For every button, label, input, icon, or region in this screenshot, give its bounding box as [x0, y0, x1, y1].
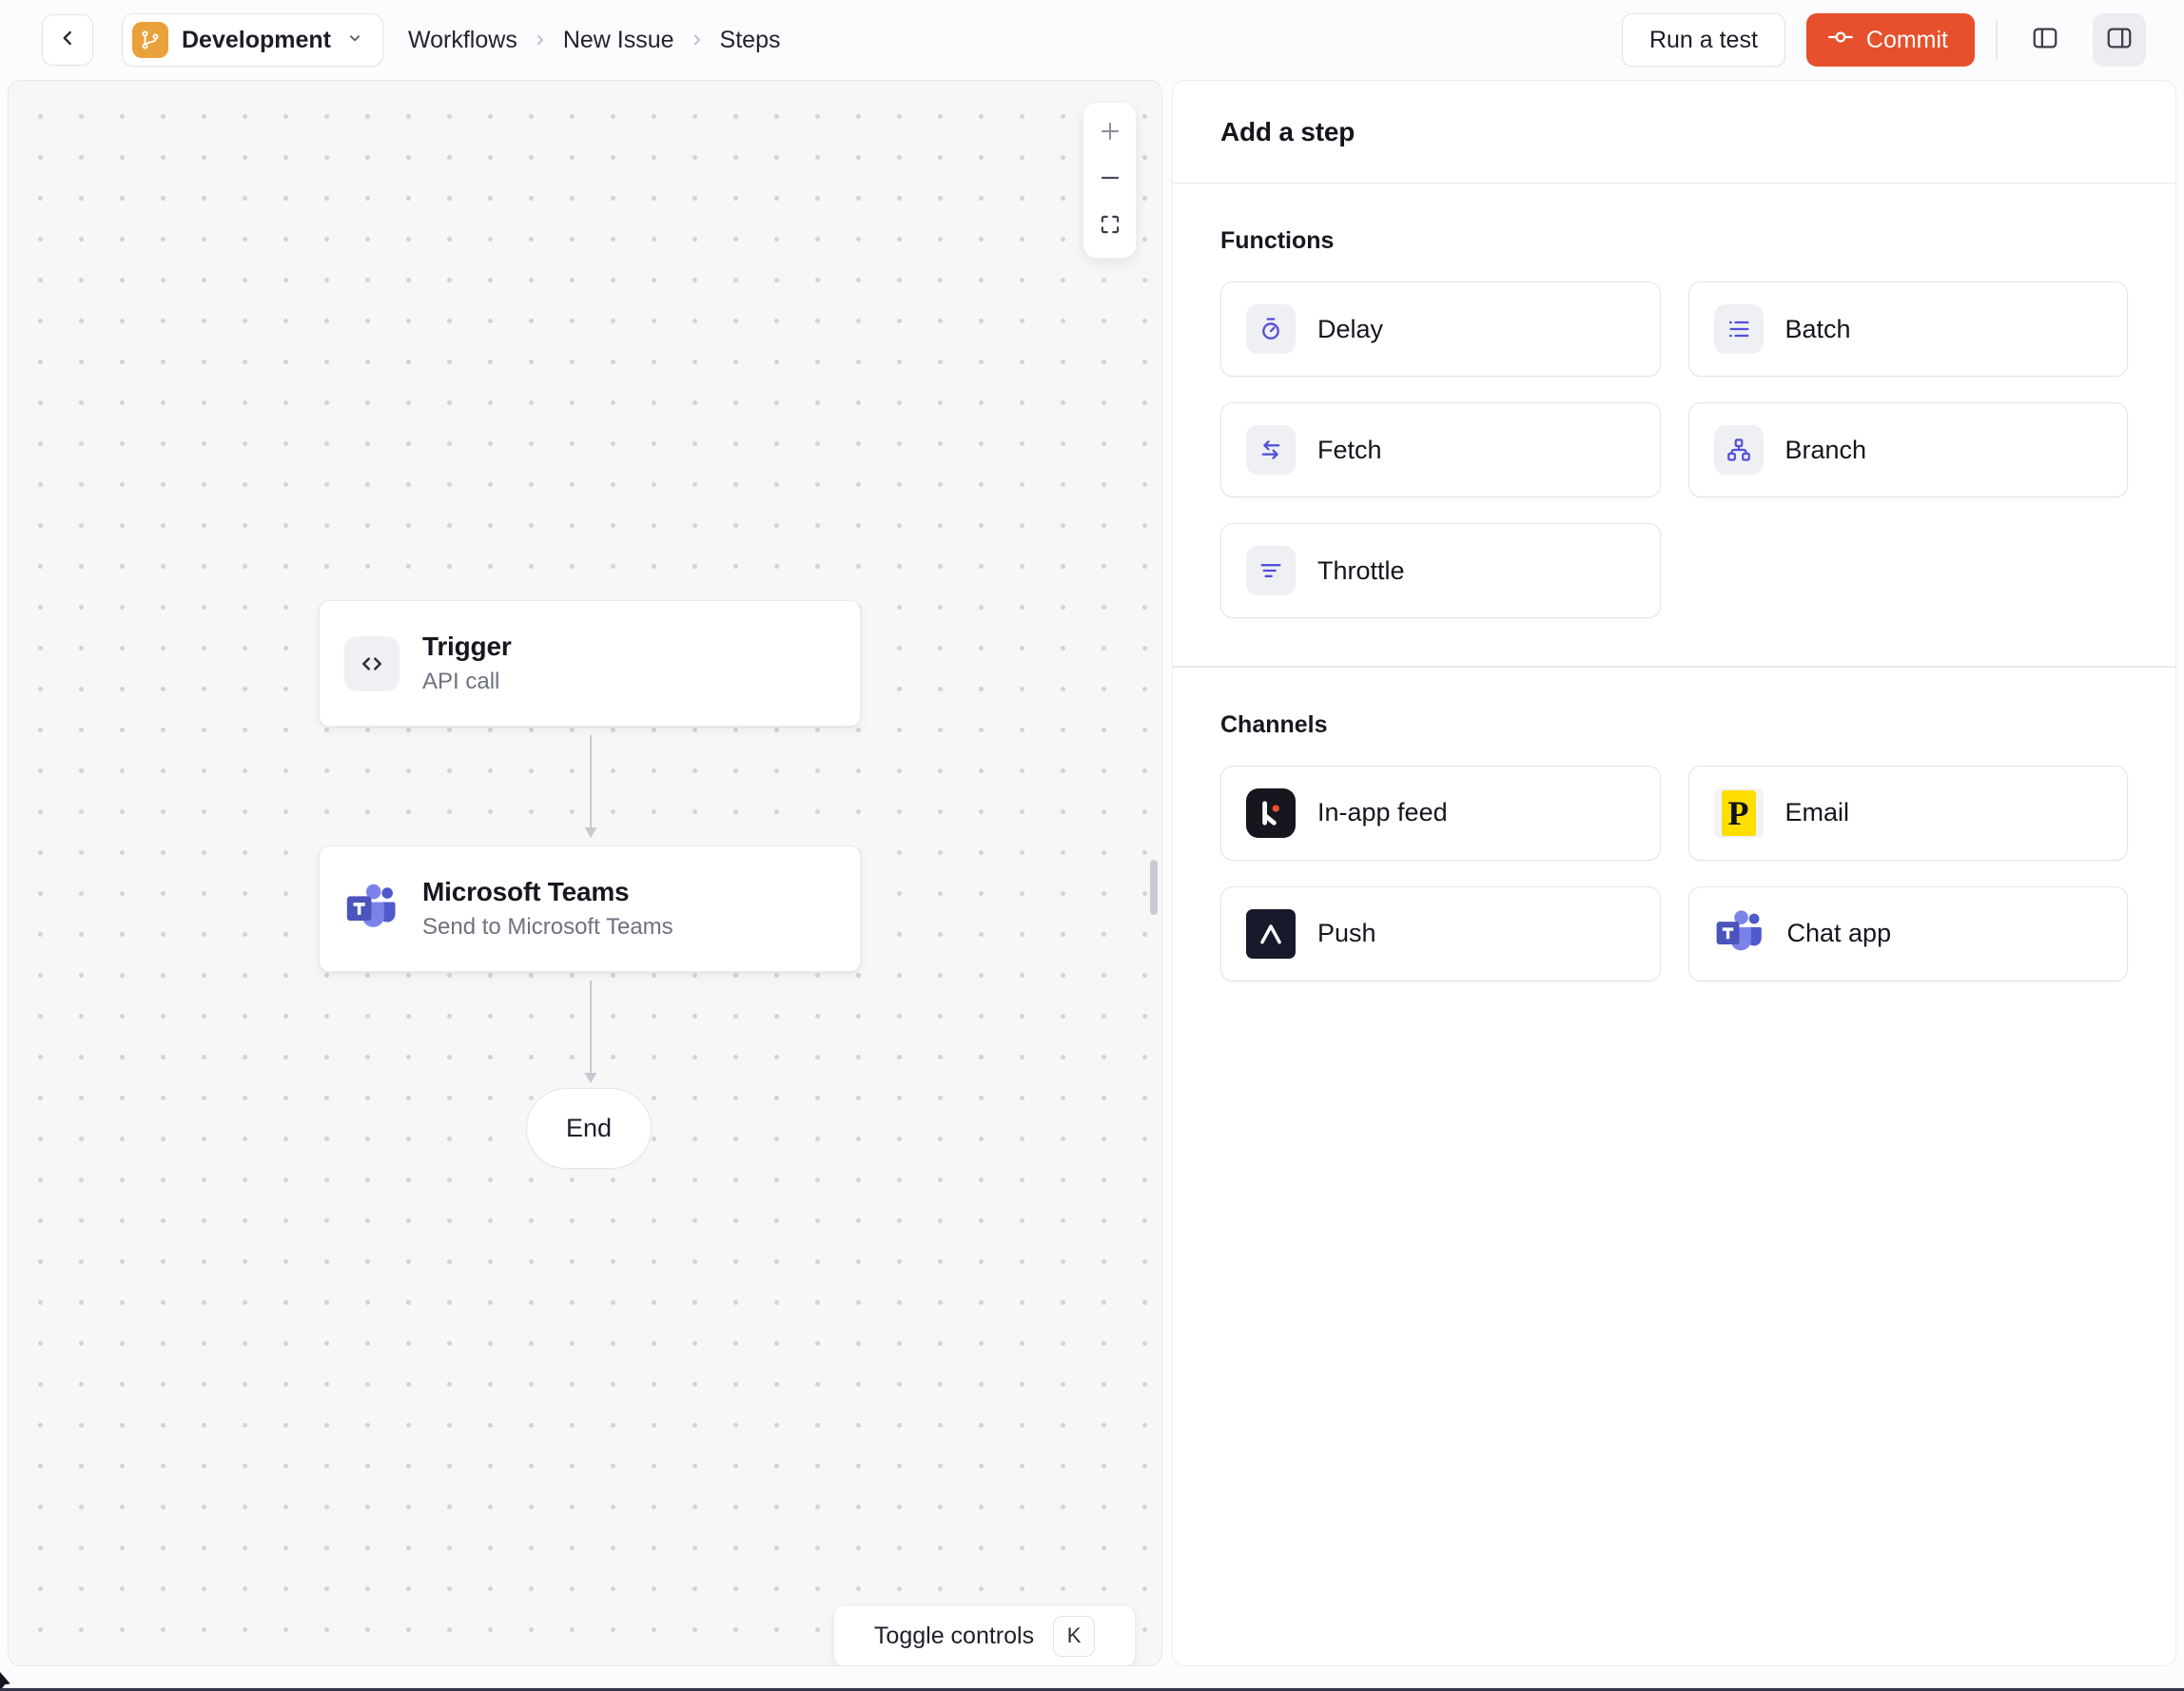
canvas-scrollbar-thumb[interactable]: [1150, 860, 1158, 915]
ms-teams-icon: [1714, 907, 1765, 960]
expo-icon: [1246, 908, 1296, 959]
step-label: Fetch: [1317, 435, 1382, 464]
step-label: Push: [1317, 919, 1376, 947]
step-label: Chat app: [1786, 919, 1892, 947]
stopwatch-icon: [1246, 304, 1296, 354]
run-test-label: Run a test: [1648, 26, 1758, 53]
step-button-in-app-feed[interactable]: In-app feed: [1220, 765, 1661, 861]
chevron-right-icon: [531, 30, 550, 49]
step-button-throttle[interactable]: Throttle: [1220, 523, 1661, 618]
node-subtitle: API call: [422, 669, 500, 694]
add-step-panel: Add a step Functions Delay Batch Fetch B…: [1172, 80, 2176, 1666]
environment-dropdown[interactable]: Development: [122, 13, 383, 67]
panel-right-icon: [2105, 24, 2134, 57]
breadcrumb-item-workflows[interactable]: Workflows: [408, 27, 517, 54]
functions-grid: Delay Batch Fetch Branch Throttle: [1220, 282, 2128, 618]
expand-icon: [1098, 212, 1122, 242]
postmark-letter: P: [1721, 789, 1756, 836]
top-bar: Development Workflows New Issue Steps Ru…: [0, 0, 2184, 80]
step-label: Branch: [1784, 435, 1867, 464]
git-commit-icon: [1827, 24, 1854, 57]
step-button-fetch[interactable]: Fetch: [1220, 402, 1661, 497]
trigger-node-text: Trigger API call: [422, 632, 512, 695]
filter-icon: [1246, 546, 1296, 595]
fit-view-button[interactable]: [1083, 204, 1136, 250]
end-label: End: [565, 1114, 613, 1142]
step-button-delay[interactable]: Delay: [1220, 282, 1661, 377]
panel-header: Add a step: [1173, 81, 2175, 184]
step-button-email[interactable]: P Email: [1687, 765, 2128, 861]
chevron-right-icon: [688, 30, 707, 49]
channels-grid: In-app feed P Email Push Chat app: [1220, 765, 2128, 982]
end-node: End: [526, 1088, 652, 1169]
breadcrumb-item-steps: Steps: [719, 26, 781, 53]
list-icon: [1713, 304, 1764, 354]
step-label: Delay: [1317, 314, 1384, 343]
step-label: Email: [1784, 798, 1850, 826]
zoom-out-button[interactable]: [1083, 157, 1136, 204]
arrows-swap-icon: [1246, 425, 1296, 475]
node-title: Microsoft Teams: [422, 877, 630, 906]
step-label: Batch: [1784, 314, 1851, 343]
keyboard-shortcut-badge: K: [1053, 1615, 1096, 1657]
node-title: Trigger: [422, 632, 512, 661]
environment-label: Development: [182, 26, 331, 53]
step-button-branch[interactable]: Branch: [1687, 402, 2128, 497]
node-subtitle: Send to Microsoft Teams: [422, 914, 673, 940]
panel-body: Functions Delay Batch Fetch Branch Throt…: [1173, 184, 2175, 982]
workflow-builder-app: Development Workflows New Issue Steps Ru…: [0, 0, 2184, 1691]
canvas-zoom-controls: [1082, 102, 1137, 259]
toggle-right-panel-button[interactable]: [2093, 13, 2146, 67]
plus-icon: [1098, 119, 1122, 148]
sitemap-icon: [1713, 425, 1764, 475]
zoom-in-button[interactable]: [1083, 110, 1136, 157]
chevron-down-icon: [344, 28, 365, 53]
breadcrumb: Workflows New Issue Steps: [408, 27, 781, 54]
panel-left-icon: [2031, 24, 2059, 57]
code-icon: [344, 635, 400, 691]
run-test-button[interactable]: Run a test: [1621, 13, 1785, 67]
ms-teams-icon: [344, 881, 400, 937]
breadcrumb-item-new-issue[interactable]: New Issue: [563, 27, 674, 54]
minus-icon: [1098, 165, 1122, 195]
back-button[interactable]: [42, 14, 93, 66]
toggle-controls-label: Toggle controls: [873, 1622, 1035, 1649]
commit-label: Commit: [1865, 26, 1948, 53]
step-button-batch[interactable]: Batch: [1687, 282, 2128, 377]
teams-node-text: Microsoft Teams Send to Microsoft Teams: [422, 877, 673, 941]
divider: [1996, 20, 1998, 60]
step-label: Throttle: [1317, 555, 1405, 585]
top-bar-actions: Run a test Commit: [1621, 13, 2146, 67]
postmark-icon: P: [1713, 787, 1764, 838]
trigger-node[interactable]: Trigger API call: [319, 600, 861, 727]
microsoft-teams-node[interactable]: Microsoft Teams Send to Microsoft Teams: [319, 846, 861, 972]
step-button-push[interactable]: Push: [1220, 885, 1661, 982]
toggle-left-panel-button[interactable]: [2018, 13, 2072, 67]
chevron-left-icon: [55, 26, 80, 55]
workflow-canvas[interactable]: Trigger API call Microsoft Teams Send to…: [8, 80, 1162, 1666]
edge-trigger-to-teams: [584, 735, 597, 838]
toggle-controls-button[interactable]: Toggle controls K: [833, 1604, 1136, 1665]
edge-teams-to-end: [584, 981, 597, 1083]
step-button-chat-app[interactable]: Chat app: [1687, 885, 2128, 982]
functions-section-label: Functions: [1220, 227, 1335, 254]
knock-icon: [1246, 787, 1296, 838]
channels-section-label: Channels: [1220, 710, 1328, 738]
commit-button[interactable]: Commit: [1805, 13, 1975, 67]
step-label: In-app feed: [1317, 798, 1448, 826]
section-divider: [1173, 666, 2175, 668]
panel-title: Add a step: [1220, 116, 1355, 146]
git-branch-icon: [132, 22, 168, 58]
